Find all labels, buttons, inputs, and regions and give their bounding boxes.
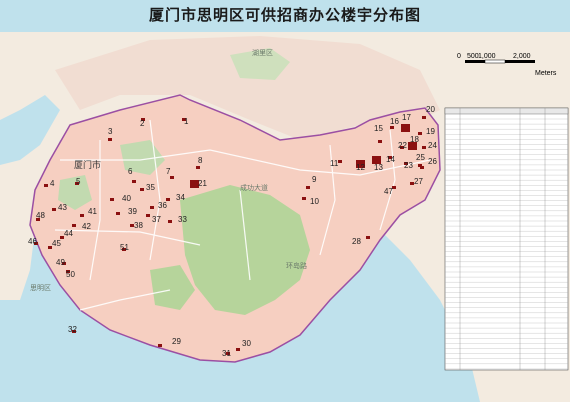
place-label-siming: 思明区 xyxy=(30,284,51,292)
building-label-3: 3 xyxy=(108,127,113,136)
building-label-40: 40 xyxy=(122,194,131,203)
building-label-38: 38 xyxy=(134,221,143,230)
scale-tick-0: 0 xyxy=(457,53,461,60)
legend-table xyxy=(444,107,569,371)
building-label-17: 17 xyxy=(402,113,411,122)
building-marker-41 xyxy=(80,214,84,217)
building-marker-42 xyxy=(72,224,76,227)
building-label-44: 44 xyxy=(64,229,73,238)
building-label-15: 15 xyxy=(374,124,383,133)
building-label-22: 22 xyxy=(398,141,407,150)
building-label-9: 9 xyxy=(312,175,317,184)
building-marker-28 xyxy=(366,236,370,239)
scale-tick-1000: 1,000 xyxy=(478,53,496,60)
building-label-16: 16 xyxy=(390,117,399,126)
building-marker-11 xyxy=(338,160,342,163)
building-label-27: 27 xyxy=(414,177,423,186)
building-label-51: 51 xyxy=(120,243,129,252)
building-marker-20 xyxy=(422,116,426,119)
building-label-43: 43 xyxy=(58,203,67,212)
building-marker-40 xyxy=(110,198,114,201)
building-marker-36 xyxy=(150,206,154,209)
building-label-19: 19 xyxy=(426,127,435,136)
building-marker-8 xyxy=(196,166,200,169)
building-label-5: 5 xyxy=(76,177,81,186)
building-label-47: 47 xyxy=(384,187,393,196)
building-marker-6 xyxy=(132,180,136,183)
building-label-39: 39 xyxy=(128,207,137,216)
building-label-18: 18 xyxy=(410,135,419,144)
scale-tick-2000: 2,000 xyxy=(513,53,531,60)
building-marker-33 xyxy=(168,220,172,223)
building-marker-43 xyxy=(52,208,56,211)
building-label-20: 20 xyxy=(426,105,435,114)
building-marker-37 xyxy=(146,214,150,217)
building-label-48: 48 xyxy=(36,211,45,220)
building-label-24: 24 xyxy=(428,141,437,150)
building-marker-24 xyxy=(422,146,426,149)
building-label-23: 23 xyxy=(404,161,413,170)
building-label-2: 2 xyxy=(140,119,145,128)
building-label-6: 6 xyxy=(128,167,133,176)
building-marker-26 xyxy=(420,166,424,169)
building-label-45: 45 xyxy=(52,239,61,248)
building-marker-15 xyxy=(378,140,382,143)
building-label-32: 32 xyxy=(68,325,77,334)
building-label-36: 36 xyxy=(158,201,167,210)
building-label-30: 30 xyxy=(242,339,251,348)
building-label-4: 4 xyxy=(50,179,55,188)
building-label-1: 1 xyxy=(184,117,189,126)
building-label-21: 21 xyxy=(198,179,207,188)
building-label-46: 46 xyxy=(28,237,37,246)
building-marker-17 xyxy=(401,124,410,132)
building-label-7: 7 xyxy=(166,167,171,176)
building-marker-10 xyxy=(302,197,306,200)
district-map: 湖里区 厦门市 思明区 成功大道 环岛路 0 500 1,000 2,000 M… xyxy=(0,0,570,402)
building-label-41: 41 xyxy=(88,207,97,216)
place-label-huli: 湖里区 xyxy=(252,48,273,57)
building-label-25: 25 xyxy=(416,153,425,162)
building-label-35: 35 xyxy=(146,183,155,192)
building-label-8: 8 xyxy=(198,156,203,165)
building-label-10: 10 xyxy=(310,197,319,206)
building-marker-3 xyxy=(108,138,112,141)
scale-unit: Meters xyxy=(535,70,557,77)
building-marker-4 xyxy=(44,184,48,187)
building-marker-35 xyxy=(140,188,144,191)
building-label-49: 49 xyxy=(56,258,65,267)
building-label-29: 29 xyxy=(172,337,181,346)
building-marker-29 xyxy=(158,344,162,347)
building-label-33: 33 xyxy=(178,215,187,224)
building-marker-19 xyxy=(418,132,422,135)
building-label-28: 28 xyxy=(352,237,361,246)
building-label-34: 34 xyxy=(176,193,185,202)
building-label-50: 50 xyxy=(66,270,75,279)
building-label-11: 11 xyxy=(330,159,339,168)
building-label-42: 42 xyxy=(82,222,91,231)
building-label-37: 37 xyxy=(152,215,161,224)
place-label-xiamen-city: 厦门市 xyxy=(74,159,101,171)
building-label-14: 14 xyxy=(386,155,395,164)
place-label-road: 成功大道 xyxy=(240,183,268,192)
building-label-12: 12 xyxy=(356,163,365,172)
building-label-31: 31 xyxy=(222,349,231,358)
building-marker-39 xyxy=(116,212,120,215)
building-marker-16 xyxy=(390,126,394,129)
building-marker-7 xyxy=(170,176,174,179)
map-title: 厦门市思明区可供招商办公楼宇分布图 xyxy=(148,6,421,24)
place-label-ring-road: 环岛路 xyxy=(286,261,307,270)
building-label-26: 26 xyxy=(428,157,437,166)
building-marker-30 xyxy=(236,348,240,351)
building-label-13: 13 xyxy=(374,163,383,172)
building-marker-9 xyxy=(306,186,310,189)
